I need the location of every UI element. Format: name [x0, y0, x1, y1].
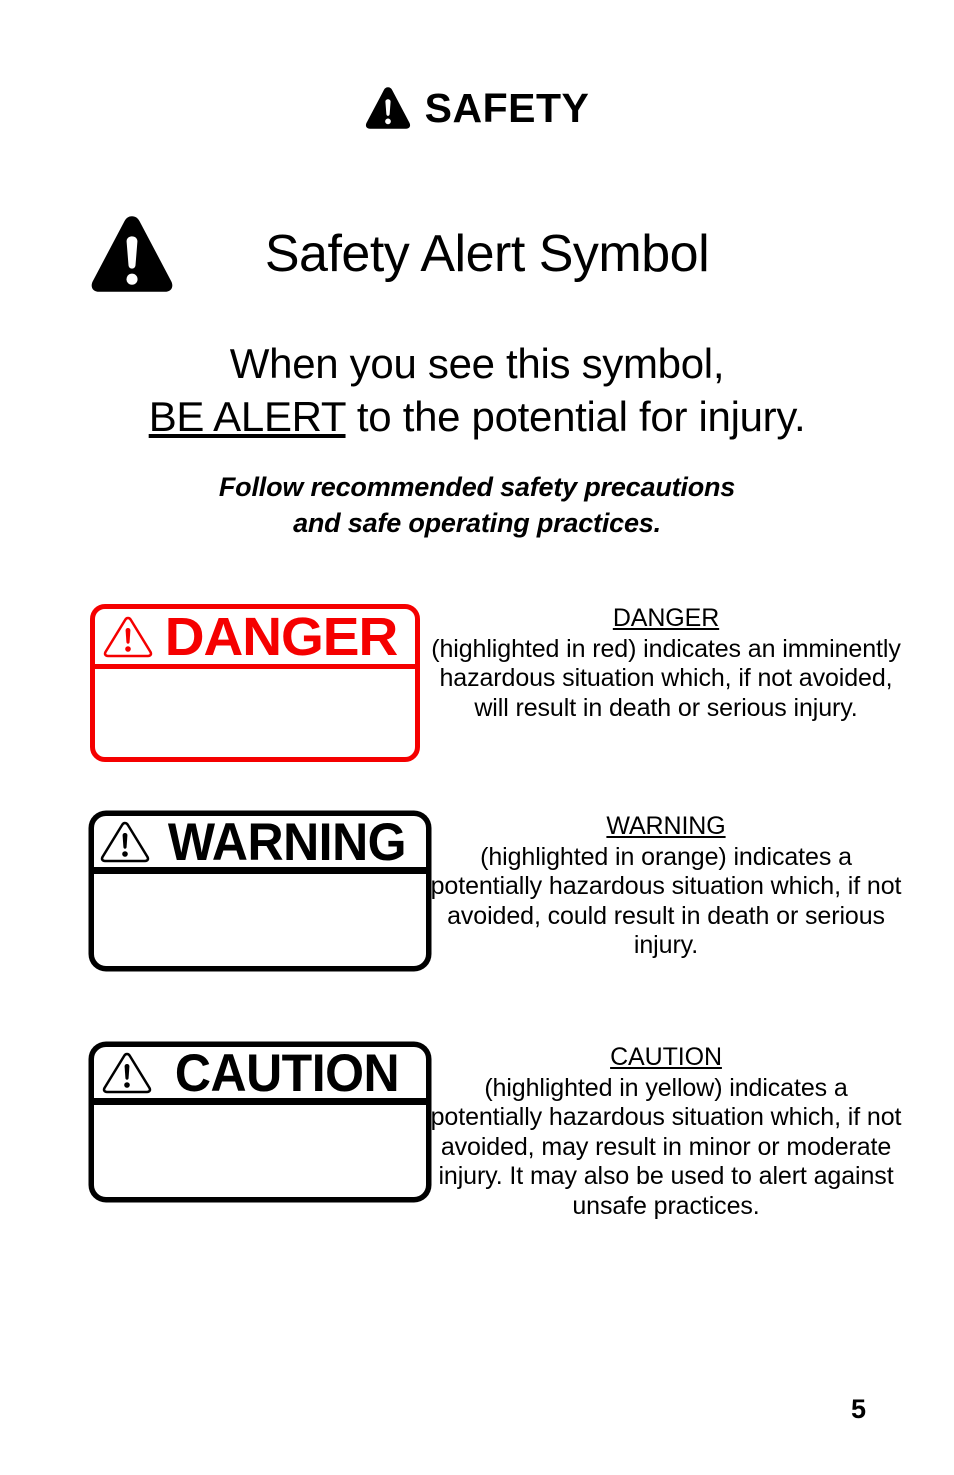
warning-description: WARNING (highlighted in orange) indicate…	[430, 812, 954, 961]
warning-triangle-outline-icon	[102, 1052, 152, 1093]
danger-placard: DANGER	[90, 604, 420, 762]
page-header-title: SAFETY	[424, 84, 590, 131]
warning-placard: WARNING	[90, 812, 430, 970]
subnote: Follow recommended safety precautions an…	[77, 470, 877, 541]
page-header: SAFETY	[0, 86, 954, 130]
caution-placard-word: CAUTION	[174, 1042, 400, 1103]
warning-description-body: (highlighted in orange) indicates a pote…	[430, 842, 902, 960]
safety-alert-triangle-icon	[91, 216, 173, 292]
caution-description-heading: CAUTION	[610, 1043, 722, 1071]
placard-cell-warning: WARNING	[0, 812, 430, 970]
danger-placard-header: DANGER	[95, 609, 415, 669]
danger-description: DANGER (highlighted in red) indicates an…	[430, 604, 954, 723]
danger-placard-message-area	[95, 669, 415, 752]
page-number: 5	[850, 1394, 866, 1424]
caution-description: CAUTION (highlighted in yellow) indicate…	[430, 1043, 954, 1221]
page-title: Safety Alert Symbol	[264, 224, 710, 283]
lead-line-2-rest: to the potential for injury.	[345, 392, 806, 440]
placard-cell-caution: CAUTION	[0, 1043, 430, 1201]
warning-description-heading: WARNING	[606, 812, 726, 840]
safety-alert-triangle-icon	[365, 87, 410, 129]
signal-word-row-danger: DANGER DANGER (highlighted in red) indic…	[0, 604, 954, 762]
caution-placard: CAUTION	[90, 1043, 430, 1201]
caution-description-body: (highlighted in yellow) indicates a pote…	[430, 1073, 902, 1220]
warning-placard-message-area	[94, 874, 426, 958]
subnote-line-1: Follow recommended safety precautions	[218, 472, 736, 502]
caution-placard-message-area	[94, 1105, 426, 1189]
warning-triangle-outline-icon	[103, 616, 153, 657]
caution-placard-header: CAUTION	[94, 1042, 426, 1105]
warning-triangle-outline-icon	[100, 821, 150, 862]
page-title-row: Safety Alert Symbol	[90, 214, 870, 294]
warning-placard-header: WARNING	[94, 811, 426, 874]
warning-placard-word: WARNING	[167, 811, 407, 872]
danger-description-body: (highlighted in red) indicates an immine…	[431, 634, 901, 722]
signal-word-row-caution: CAUTION CAUTION (highlighted in yellow) …	[0, 1043, 954, 1221]
placard-cell-danger: DANGER	[0, 604, 430, 762]
subnote-line-2: and safe operating practices.	[293, 507, 661, 538]
lead-statement: When you see this symbol, BE ALERT to th…	[77, 338, 877, 444]
lead-line-2: BE ALERT to the potential for injury.	[77, 391, 877, 444]
danger-description-heading: DANGER	[612, 604, 720, 632]
signal-word-row-warning: WARNING WARNING (highlighted in orange) …	[0, 812, 954, 970]
lead-emphasis: BE ALERT	[148, 392, 346, 440]
lead-line-1: When you see this symbol,	[229, 340, 725, 387]
danger-placard-word: DANGER	[164, 606, 399, 667]
